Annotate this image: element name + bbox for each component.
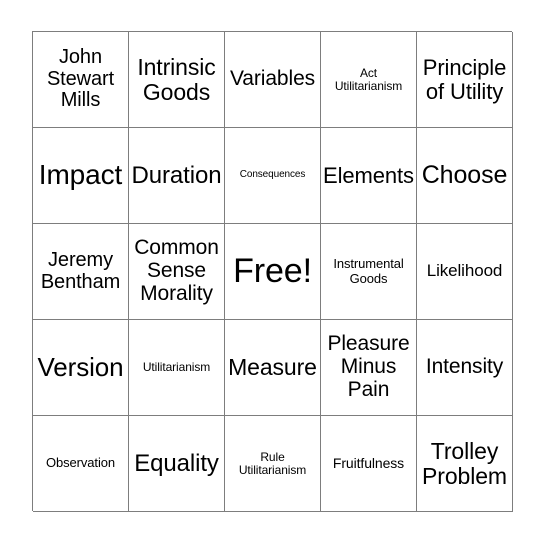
bingo-cell[interactable]: Act Utilitarianism	[321, 32, 417, 128]
bingo-cell[interactable]: Trolley Problem	[417, 416, 513, 512]
bingo-cell[interactable]: Duration	[129, 128, 225, 224]
bingo-cell-label: Consequences	[239, 169, 306, 181]
bingo-cell[interactable]: Equality	[129, 416, 225, 512]
bingo-cell-label: John Stewart Mills	[46, 46, 115, 112]
bingo-cell[interactable]: Choose	[417, 128, 513, 224]
bingo-cell-label: Jeremy Bentham	[40, 248, 121, 293]
bingo-cell[interactable]: Version	[33, 320, 129, 416]
bingo-cell-label: Observation	[46, 455, 115, 471]
bingo-cell-label: Rule Utilitarianism	[238, 449, 307, 477]
bingo-cell[interactable]: Measure	[225, 320, 321, 416]
bingo-cell[interactable]: Consequences	[225, 128, 321, 224]
bingo-cell-label: Principle of Utility	[422, 54, 507, 104]
bingo-cell-label: Likelihood	[426, 261, 503, 281]
bingo-cell-label: Act Utilitarianism	[334, 65, 403, 93]
bingo-cell-label: Choose	[421, 161, 508, 189]
bingo-cell-label: Instrumental Goods	[333, 256, 404, 286]
bingo-cell[interactable]: John Stewart Mills	[33, 32, 129, 128]
bingo-cell-label: Version	[37, 352, 124, 383]
bingo-cell-label: Intensity	[425, 355, 504, 379]
bingo-cell[interactable]: Instrumental Goods	[321, 224, 417, 320]
bingo-cell-label: Equality	[134, 449, 219, 477]
bingo-cell[interactable]: Utilitarianism	[129, 320, 225, 416]
bingo-cell[interactable]: Intrinsic Goods	[129, 32, 225, 128]
bingo-cell-label: Impact	[38, 159, 123, 191]
bingo-cell-label: Fruitfulness	[332, 454, 405, 471]
bingo-cell-free[interactable]: Free!	[225, 224, 321, 320]
bingo-cell[interactable]: Elements	[321, 128, 417, 224]
bingo-cell[interactable]: Rule Utilitarianism	[225, 416, 321, 512]
bingo-cell-label: Common Sense Morality	[134, 236, 219, 305]
bingo-cell-label: Utilitarianism	[142, 360, 211, 375]
bingo-cell[interactable]: Impact	[33, 128, 129, 224]
bingo-cell-label: Intrinsic Goods	[137, 53, 216, 105]
bingo-cell[interactable]: Variables	[225, 32, 321, 128]
bingo-cell-label: Pleasure Minus Pain	[327, 332, 410, 401]
bingo-cell-label: Trolley Problem	[422, 437, 507, 489]
bingo-cell[interactable]: Observation	[33, 416, 129, 512]
bingo-cell[interactable]: Jeremy Bentham	[33, 224, 129, 320]
bingo-cell[interactable]: Likelihood	[417, 224, 513, 320]
bingo-card-grid: John Stewart Mills Intrinsic Goods Variabl…	[32, 31, 513, 512]
bingo-cell-label: Free!	[233, 252, 312, 291]
bingo-cell-label: Measure	[228, 354, 317, 381]
bingo-cell[interactable]: Common Sense Morality	[129, 224, 225, 320]
bingo-cell[interactable]: Principle of Utility	[417, 32, 513, 128]
bingo-cell-label: Elements	[323, 162, 414, 188]
bingo-cell[interactable]: Pleasure Minus Pain	[321, 320, 417, 416]
bingo-cell[interactable]: Intensity	[417, 320, 513, 416]
bingo-cell-label: Variables	[229, 67, 316, 91]
bingo-cell-label: Duration	[131, 161, 222, 189]
bingo-cell[interactable]: Fruitfulness	[321, 416, 417, 512]
